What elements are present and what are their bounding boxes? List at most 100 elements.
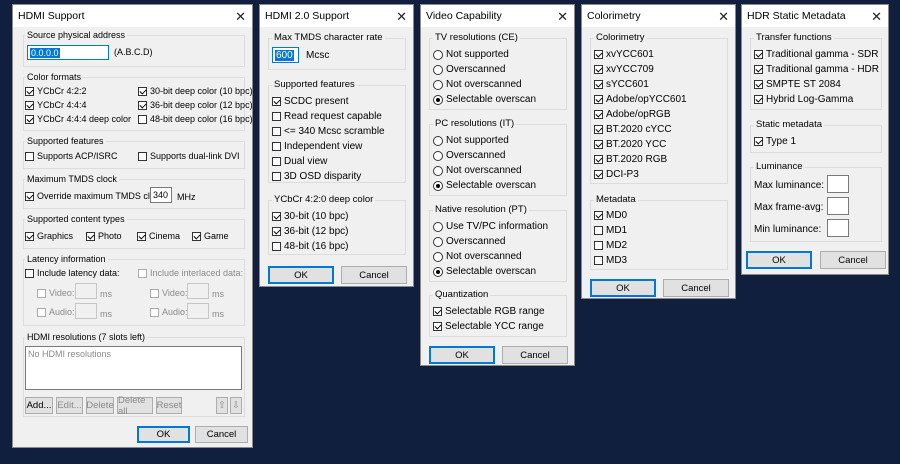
radio-pt-selectable[interactable]: Selectable overscan	[433, 266, 536, 277]
dialog-title: Video Capability	[426, 10, 502, 22]
checkbox-rgb-range[interactable]: Selectable RGB range	[433, 306, 545, 317]
checkbox-md0[interactable]: MD0	[594, 210, 627, 221]
close-icon[interactable]: ✕	[718, 10, 729, 23]
checkbox-adobe-ycc601[interactable]: Adobe/opYCC601	[594, 94, 687, 105]
close-icon[interactable]: ✕	[396, 10, 407, 23]
checkbox-graphics[interactable]: Graphics	[25, 231, 73, 241]
radio-it-overscanned[interactable]: Overscanned	[433, 150, 505, 161]
resolutions-list[interactable]: No HDMI resolutions	[25, 346, 242, 390]
radio-label: Selectable overscan	[446, 94, 537, 105]
move-down-icon[interactable]: ⇩	[230, 397, 242, 414]
checkbox-interlaced-video[interactable]: Video:	[150, 288, 187, 298]
radio-ce-overscanned[interactable]: Overscanned	[433, 64, 505, 75]
checkbox-game[interactable]: Game	[192, 231, 229, 241]
ok-button[interactable]: OK	[429, 346, 495, 364]
close-icon[interactable]: ✕	[557, 10, 568, 23]
checkbox-dci-p3[interactable]: DCI-P3	[594, 169, 639, 180]
checkbox-420-30bit[interactable]: 30-bit (10 bpc)	[272, 211, 348, 222]
checkbox-ycbcr422[interactable]: YCbCr 4:2:2	[25, 86, 87, 96]
checkbox-scdc[interactable]: SCDC present	[272, 96, 348, 107]
checkbox-audio-latency[interactable]: Audio:	[37, 307, 75, 317]
close-icon[interactable]: ✕	[871, 10, 882, 23]
reset-button[interactable]: Reset	[156, 397, 182, 414]
checkbox-video-latency[interactable]: Video:	[37, 288, 74, 298]
ok-button[interactable]: OK	[137, 426, 190, 443]
edit-button[interactable]: Edit...	[56, 397, 83, 414]
checkbox-include-interlaced[interactable]: Include interlaced data:	[138, 268, 243, 278]
checkbox-420-36bit[interactable]: 36-bit (12 bpc)	[272, 226, 348, 237]
checkbox-md1[interactable]: MD1	[594, 225, 627, 236]
tmds-clock-input[interactable]: 340	[150, 187, 172, 203]
checkbox-sycc601[interactable]: sYCC601	[594, 79, 649, 90]
audio-latency-input[interactable]	[75, 303, 97, 319]
max-luminance-input[interactable]	[827, 175, 849, 193]
checkbox-ycbcr444[interactable]: YCbCr 4:4:4	[25, 100, 87, 110]
checkbox-adobe-rgb[interactable]: Adobe/opRGB	[594, 109, 671, 120]
ok-button[interactable]: OK	[268, 266, 334, 284]
cancel-button[interactable]: Cancel	[195, 426, 248, 443]
checkbox-acp[interactable]: Supports ACP/ISRC	[25, 151, 118, 161]
checkbox-override-tmds[interactable]: Override maximum TMDS clock:	[25, 191, 166, 201]
video-latency-input[interactable]	[75, 283, 97, 299]
radio-pt-overscanned[interactable]: Overscanned	[433, 236, 505, 247]
radio-it-selectable[interactable]: Selectable overscan	[433, 180, 536, 191]
interlaced-audio-input[interactable]	[187, 303, 209, 319]
move-up-icon[interactable]: ⇧	[216, 397, 228, 414]
max-frame-avg-input[interactable]	[827, 197, 849, 215]
checkbox-30bit[interactable]: 30-bit deep color (10 bpc)	[138, 86, 253, 96]
radio-pt-use-tvpc[interactable]: Use TV/PC information	[433, 221, 548, 232]
delete-button[interactable]: Delete	[86, 397, 114, 414]
checkbox-420-48bit[interactable]: 48-bit (16 bpc)	[272, 241, 348, 252]
checkbox-bt2020-ycc[interactable]: BT.2020 YCC	[594, 139, 666, 150]
radio-pt-not-overscanned[interactable]: Not overscanned	[433, 251, 522, 262]
checkbox-ycbcr444-deep[interactable]: YCbCr 4:4:4 deep color	[25, 114, 131, 124]
checkbox-36bit[interactable]: 36-bit deep color (12 bpc)	[138, 100, 253, 110]
delete-all-button[interactable]: Delete all	[117, 395, 153, 417]
checkbox-photo[interactable]: Photo	[86, 231, 122, 241]
min-luminance-input[interactable]	[827, 219, 849, 237]
checkbox-icon	[25, 86, 34, 96]
checkbox-bt2020-rgb[interactable]: BT.2020 RGB	[594, 154, 667, 165]
checkbox-bt2020-cycc[interactable]: BT.2020 cYCC	[594, 124, 672, 135]
checkbox-dual-view[interactable]: Dual view	[272, 156, 327, 167]
radio-ce-selectable[interactable]: Selectable overscan	[433, 94, 536, 105]
checkbox-sdr[interactable]: Traditional gamma - SDR	[754, 49, 878, 60]
cancel-button[interactable]: Cancel	[341, 266, 407, 284]
interlaced-video-input[interactable]	[187, 283, 209, 299]
checkbox-cinema[interactable]: Cinema	[137, 231, 180, 241]
radio-it-not-supported[interactable]: Not supported	[433, 135, 509, 146]
checkbox-hlg[interactable]: Hybrid Log-Gamma	[754, 94, 853, 105]
checkbox-3d-osd[interactable]: 3D OSD disparity	[272, 171, 361, 182]
checkbox-xvycc709[interactable]: xvYCC709	[594, 64, 654, 75]
checkbox-label: DCI-P3	[606, 169, 639, 180]
add-button[interactable]: Add...	[25, 397, 53, 414]
checkbox-independent-view[interactable]: Independent view	[272, 141, 362, 152]
close-icon[interactable]: ✕	[235, 10, 246, 23]
cancel-button[interactable]: Cancel	[502, 346, 568, 364]
checkbox-md3[interactable]: MD3	[594, 255, 627, 266]
checkbox-scramble[interactable]: <= 340 Mcsc scramble	[272, 126, 385, 137]
checkbox-type1[interactable]: Type 1	[754, 136, 796, 147]
radio-ce-not-supported[interactable]: Not supported	[433, 49, 509, 60]
tmds-rate-input[interactable]: 600	[272, 47, 299, 63]
radio-ce-not-overscanned[interactable]: Not overscanned	[433, 79, 522, 90]
checkbox-dual-link[interactable]: Supports dual-link DVI	[138, 151, 240, 161]
cancel-button[interactable]: Cancel	[820, 251, 886, 269]
cancel-button[interactable]: Cancel	[663, 279, 729, 297]
group-label: Luminance	[754, 161, 805, 172]
ok-button[interactable]: OK	[746, 251, 812, 269]
address-input[interactable]: 0.0.0.0	[27, 45, 109, 60]
checkbox-xvycc601[interactable]: xvYCC601	[594, 49, 654, 60]
checkbox-interlaced-audio[interactable]: Audio:	[150, 307, 188, 317]
checkbox-read-request[interactable]: Read request capable	[272, 111, 382, 122]
checkbox-48bit[interactable]: 48-bit deep color (16 bpc)	[138, 114, 253, 124]
radio-it-not-overscanned[interactable]: Not overscanned	[433, 165, 522, 176]
checkbox-include-latency[interactable]: Include latency data:	[25, 268, 120, 278]
group-label: PC resolutions (IT)	[433, 118, 517, 129]
checkbox-hdr[interactable]: Traditional gamma - HDR	[754, 64, 879, 75]
checkbox-ycc-range[interactable]: Selectable YCC range	[433, 321, 544, 332]
ok-button[interactable]: OK	[590, 279, 656, 297]
checkbox-md2[interactable]: MD2	[594, 240, 627, 251]
checkbox-label: Video:	[162, 288, 188, 298]
checkbox-st2084[interactable]: SMPTE ST 2084	[754, 79, 841, 90]
